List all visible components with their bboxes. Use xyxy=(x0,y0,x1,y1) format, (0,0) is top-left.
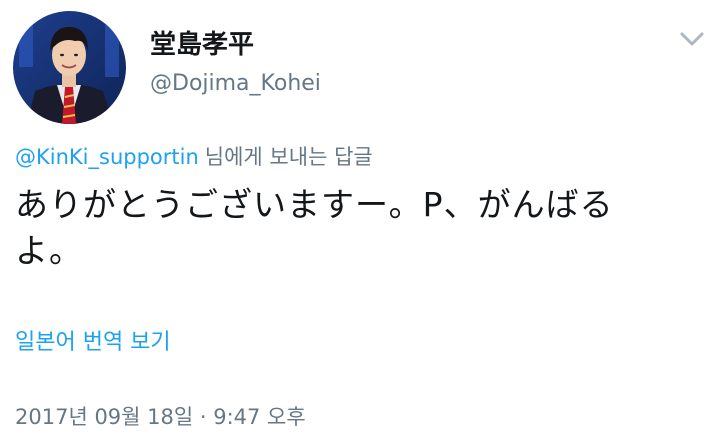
tweet-card: 堂島孝平 @Dojima_Kohei @KinKi_supportin 님에게 보… xyxy=(0,0,720,438)
user-handle[interactable]: @Dojima_Kohei xyxy=(150,70,321,98)
reply-context: @KinKi_supportin 님에게 보내는 답글 xyxy=(15,143,373,171)
profile-photo xyxy=(13,11,126,124)
tweet-text: ありがとうございますー。P、がんばるよ。 xyxy=(15,185,614,270)
chevron-down-icon[interactable] xyxy=(676,28,708,50)
reply-mention-link[interactable]: @KinKi_supportin xyxy=(15,145,199,169)
tweet-timestamp[interactable]: 2017년 09월 18일 · 9:47 오후 xyxy=(15,403,306,431)
translate-tweet-link[interactable]: 일본어 번역 보기 xyxy=(15,328,171,358)
avatar[interactable] xyxy=(13,11,126,124)
display-name[interactable]: 堂島孝平 xyxy=(150,29,254,61)
reply-context-label: 님에게 보내는 답글 xyxy=(204,145,373,169)
